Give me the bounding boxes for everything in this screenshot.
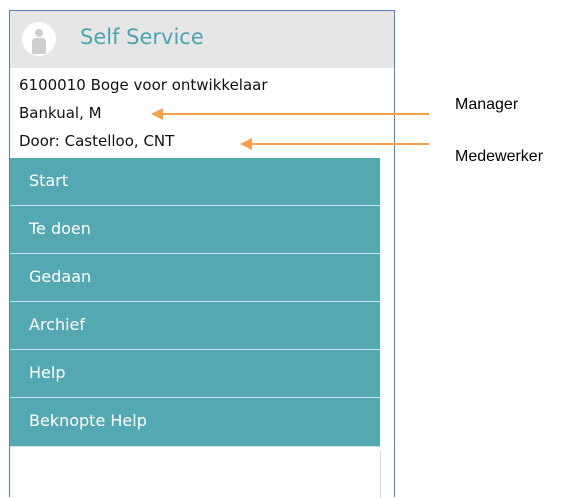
menu-item-start[interactable]: Start xyxy=(10,158,380,206)
employee-arrow-line xyxy=(251,143,429,145)
manager-arrow-line xyxy=(162,113,429,115)
menu-item-label: Te doen xyxy=(29,219,91,238)
menu-item-help[interactable]: Help xyxy=(10,350,380,398)
menu-item-archief[interactable]: Archief xyxy=(10,302,380,350)
menu-item-gedaan[interactable]: Gedaan xyxy=(10,254,380,302)
user-avatar-icon xyxy=(22,22,56,56)
manager-annotation-label: Manager xyxy=(455,96,519,113)
menu-item-label: Help xyxy=(29,363,66,382)
header-bar: Self Service xyxy=(10,11,394,68)
avatar-body xyxy=(32,38,46,54)
scrollbar-track[interactable] xyxy=(380,451,381,498)
nav-menu: Start Te doen Gedaan Archief Help Beknop… xyxy=(10,158,380,447)
menu-item-te-doen[interactable]: Te doen xyxy=(10,206,380,254)
menu-item-beknopte-help[interactable]: Beknopte Help xyxy=(10,398,380,447)
department-text: 6100010 Boge voor ontwikkelaar xyxy=(19,76,268,94)
menu-item-label: Start xyxy=(29,171,69,190)
manager-name-text: Bankual, M xyxy=(19,104,102,122)
employee-annotation-label: Medewerker xyxy=(455,148,544,165)
employee-text: Door: Castelloo, CNT xyxy=(19,132,175,150)
app-title: Self Service xyxy=(80,25,204,49)
self-service-panel: Self Service 6100010 Boge voor ontwikkel… xyxy=(9,10,395,498)
menu-item-label: Beknopte Help xyxy=(29,411,147,430)
menu-item-label: Archief xyxy=(29,315,86,334)
menu-item-label: Gedaan xyxy=(29,267,92,286)
avatar-head xyxy=(35,29,43,37)
